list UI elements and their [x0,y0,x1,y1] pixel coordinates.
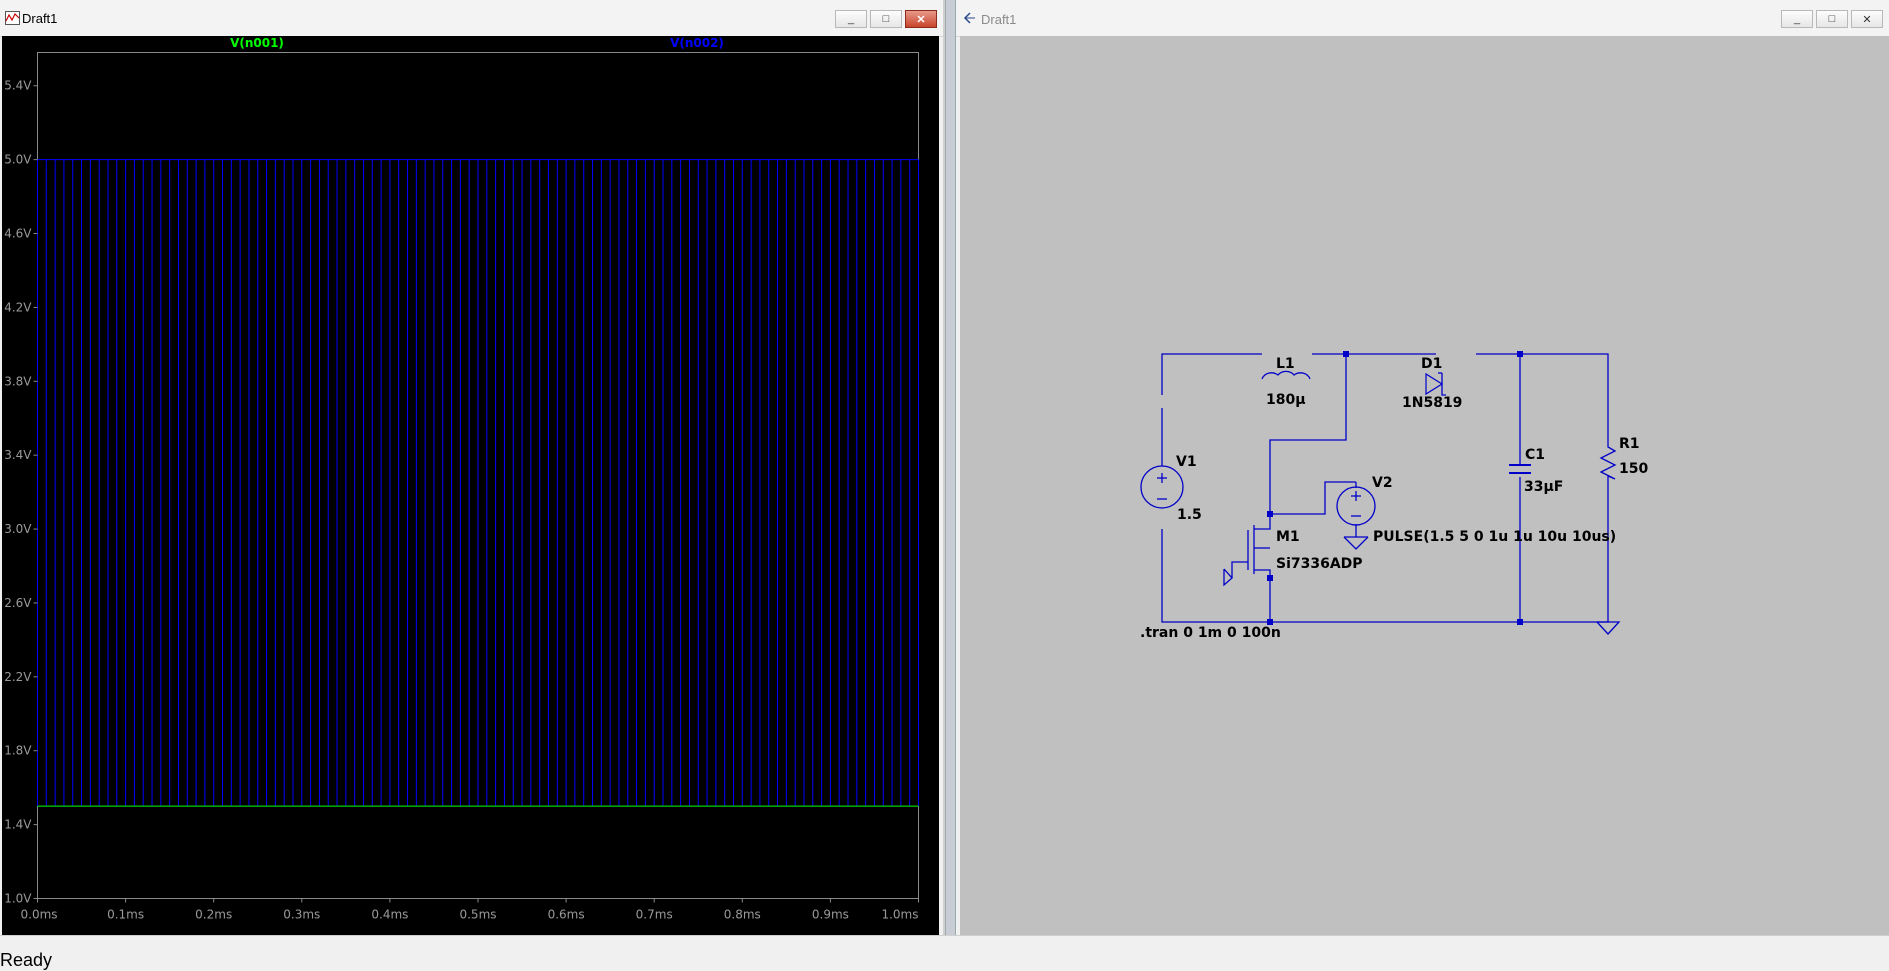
v2-ref: V2 [1372,475,1393,491]
l1-ref: L1 [1276,356,1295,372]
maximize-button[interactable]: □ [1816,10,1848,28]
v2-value: PULSE(1.5 5 0 1u 1u 10u 10us) [1373,529,1616,545]
x-tick-label: 0.2ms [195,908,232,922]
waveform-chart[interactable]: 1.0V 1.4V 1.8V 2.2V 2.6V 3.0V 3.4V 3.8V 4.2V 4.6V… [2,36,939,935]
schematic-icon [963,12,975,24]
schematic-canvas[interactable]: L1 180μ D1 1N5819 C1 33μF R1 150 V1 1.5 … [960,36,1889,935]
plot-window-title: Draft1 [22,11,58,26]
status-bar: Ready [0,935,1889,970]
x-tick-label: 0.5ms [459,908,496,922]
schematic-window-title: Draft1 [981,12,1017,27]
y-tick-label: 4.2V [4,300,32,314]
r1-value: 150 [1619,461,1648,477]
x-tick-label: 0.6ms [548,908,585,922]
y-tick-label: 1.0V [4,892,32,906]
y-tick-label: 4.6V [4,227,32,241]
y-tick-label: 3.8V [4,374,32,388]
r1-ref: R1 [1619,436,1640,452]
legend-v-n001: V(n001) [230,36,284,50]
close-button[interactable]: ✕ [905,10,937,28]
d1-value: 1N5819 [1402,395,1462,411]
minimize-button[interactable]: _ [1781,10,1813,28]
v1-ref: V1 [1176,454,1197,470]
spice-directive[interactable]: .tran 0 1m 0 100n [1140,625,1281,641]
x-tick-label: 0.4ms [371,908,408,922]
v1-value: 1.5 [1177,507,1202,523]
y-tick-label: 1.8V [4,744,32,758]
r1-resistor-symbol[interactable] [1599,442,1617,480]
m1-value: Si7336ADP [1276,556,1363,572]
plot-window: Draft1 _ □ ✕ 1.0V 1.4V 1.8V 2.2V 2.6V 3.0V 3.4… [0,0,945,935]
l1-inductor-symbol[interactable] [1261,370,1311,380]
series-v-n002 [37,159,919,807]
waveform-plot[interactable]: 1.0V 1.4V 1.8V 2.2V 2.6V 3.0V 3.4V 3.8V 4.2V 4.6V… [2,36,939,935]
m1-mosfet-symbol[interactable] [1223,514,1271,587]
window-splitter[interactable] [945,0,956,935]
y-tick-label: 3.0V [4,522,32,536]
x-tick-label: 0.7ms [636,908,673,922]
schematic-window-titlebar[interactable]: Draft1 _ □ ✕ [956,0,1889,37]
y-tick-label: 3.4V [4,448,32,462]
minimize-button[interactable]: _ [835,10,867,28]
x-tick-label: 0.3ms [283,908,320,922]
v2-source-symbol[interactable] [1336,486,1376,550]
x-tick-label: 0.1ms [107,908,144,922]
d1-ref: D1 [1421,356,1442,372]
x-tick-label: 1.0ms [881,908,918,922]
status-text: Ready [0,950,53,970]
plot-window-titlebar[interactable]: Draft1 _ □ ✕ [0,0,943,37]
x-tick-label: 0.0ms [21,908,58,922]
waveform-icon [5,11,20,25]
schematic-drawing[interactable]: L1 180μ D1 1N5819 C1 33μF R1 150 V1 1.5 … [960,36,1889,935]
y-tick-label: 5.4V [4,79,32,93]
m1-ref: M1 [1276,529,1300,545]
c1-capacitor-symbol[interactable] [1509,464,1531,474]
legend-v-n002: V(n002) [670,36,724,50]
schematic-window: Draft1 _ □ ✕ L1 180μ D1 1N5819 C1 33μF R… [956,0,1889,935]
c1-value: 33μF [1524,479,1563,495]
c1-ref: C1 [1525,447,1545,463]
d1-diode-symbol[interactable] [1425,372,1446,396]
l1-value: 180μ [1266,392,1306,408]
x-tick-label: 0.8ms [724,908,761,922]
y-tick-label: 2.2V [4,670,32,684]
x-tick-label: 0.9ms [812,908,849,922]
y-tick-label: 2.6V [4,596,32,610]
y-tick-label: 1.4V [4,818,32,832]
pulse-edges [37,159,919,807]
maximize-button[interactable]: □ [870,10,902,28]
close-button[interactable]: ✕ [1851,10,1883,28]
ground-symbol [1596,621,1621,635]
y-tick-label: 5.0V [4,153,32,167]
